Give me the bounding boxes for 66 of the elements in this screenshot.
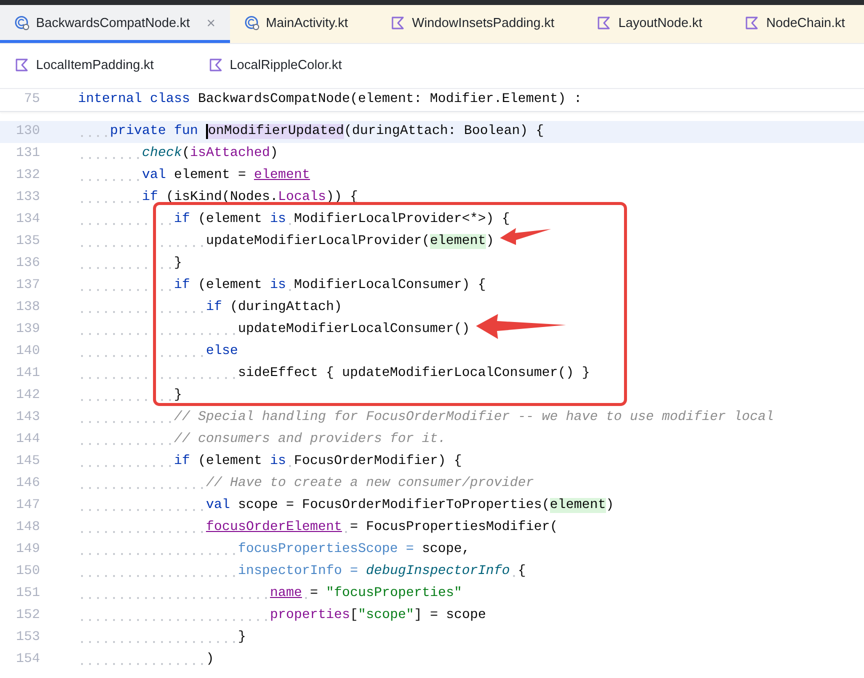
code-line: } (78, 627, 864, 649)
line-number: 131 (15, 145, 40, 163)
file-icon (244, 14, 260, 30)
line-number: 146 (15, 475, 40, 493)
file-tab[interactable]: BackwardsCompatNode.kt (0, 5, 230, 43)
line-number: 151 (15, 585, 40, 603)
code-line: // Special handling for FocusOrderModifier -- we have to use modifier local (78, 407, 864, 429)
code-line: name = "focusProperties" (78, 583, 864, 605)
line-number: 150 (15, 563, 40, 581)
code-line: // consumers and providers for it. (78, 429, 864, 451)
code-line: val scope = FocusOrderModifierToProperties(element) (78, 495, 864, 517)
code-line: ) (78, 649, 864, 671)
line-number: 143 (15, 409, 40, 427)
code-line: } (78, 385, 864, 407)
code-line: focusPropertiesScope = scope, (78, 539, 864, 561)
code-line: if (element is ModifierLocalProvider<*>) { (78, 209, 864, 231)
line-number: 139 (15, 321, 40, 339)
line-number: 148 (15, 519, 40, 537)
line-number: 133 (15, 189, 40, 207)
code-line: updateModifierLocalProvider(element) (78, 231, 864, 253)
line-number: 149 (15, 541, 40, 559)
file-icon (14, 14, 30, 30)
line-number: 144 (15, 431, 40, 449)
line-number: 147 (15, 497, 40, 515)
line-number: 138 (15, 299, 40, 317)
code-line: val element = element (78, 165, 864, 187)
code-line: properties["scope"] = scope (78, 605, 864, 627)
annotation-arrow (500, 228, 551, 245)
line-number: 137 (15, 277, 40, 295)
line-number: 134 (15, 211, 40, 229)
code-line: if (element is ModifierLocalConsumer) { (78, 275, 864, 297)
line-number: 140 (15, 343, 40, 361)
code-line: if (duringAttach) (78, 297, 864, 319)
code-line: } (78, 253, 864, 275)
file-icon (14, 56, 30, 72)
file-tab[interactable]: MainActivity.kt (230, 5, 376, 43)
line-number: 136 (15, 255, 40, 273)
code-line: focusOrderElement = FocusPropertiesModifier( (78, 517, 864, 539)
file-tab[interactable]: LocalRippleColor.kt (194, 44, 382, 88)
file-tab[interactable]: NodeChain.kt (730, 5, 864, 43)
code-line: internal class BackwardsCompatNode(element: Modifier.Element) : (78, 91, 582, 109)
line-number: 130 (15, 123, 40, 141)
code-line: updateModifierLocalConsumer() (78, 319, 864, 341)
code-line: else (78, 341, 864, 363)
file-icon (208, 56, 224, 72)
line-number: 142 (15, 387, 40, 405)
line-number: 75 (23, 91, 40, 109)
code-line: inspectorInfo = debugInspectorInfo { (78, 561, 864, 583)
line-number: 135 (15, 233, 40, 251)
code-line: if (element is FocusOrderModifier) { (78, 451, 864, 473)
file-icon (596, 14, 612, 30)
line-number: 132 (15, 167, 40, 185)
line-number: 141 (15, 365, 40, 383)
file-icon (744, 14, 760, 30)
line-number: 152 (15, 607, 40, 625)
line-number: 153 (15, 629, 40, 647)
code-line: // Have to create a new consumer/provider (78, 473, 864, 495)
line-number: 145 (15, 453, 40, 471)
code-line: check(isAttached) (78, 143, 864, 165)
file-tab[interactable]: WindowInsetsPadding.kt (376, 5, 582, 43)
line-number: 154 (15, 651, 40, 669)
close-icon[interactable] (206, 18, 216, 28)
file-icon (390, 14, 406, 30)
code-line: sideEffect { updateModifierLocalConsumer() } (78, 363, 864, 385)
file-tab[interactable]: LocalItemPadding.kt (0, 44, 194, 88)
file-tab[interactable]: LayoutNode.kt (582, 5, 730, 43)
